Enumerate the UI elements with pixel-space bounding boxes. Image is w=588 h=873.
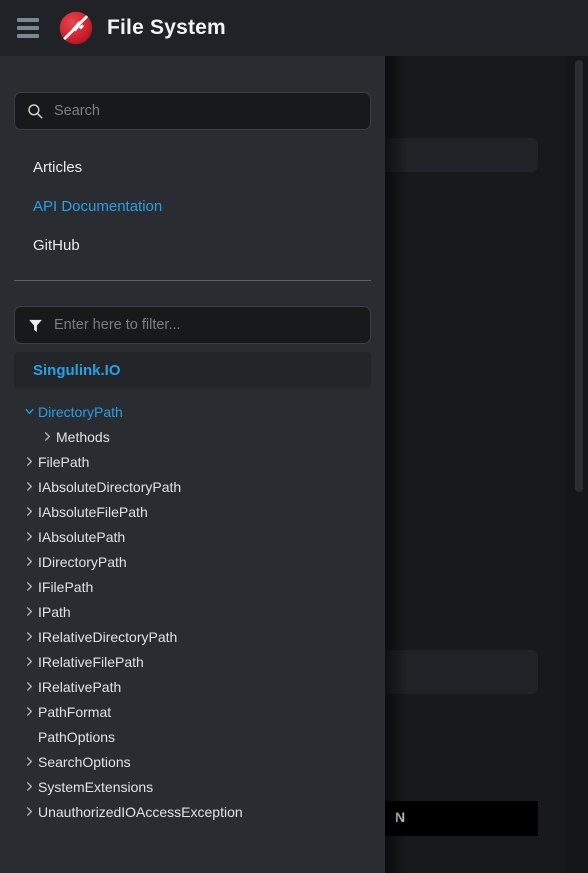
drawer-overlay-shadow xyxy=(385,56,407,873)
chevron-right-icon[interactable] xyxy=(20,456,38,467)
search-input[interactable] xyxy=(54,103,360,119)
tree-item-pathformat[interactable]: PathFormat xyxy=(14,699,371,724)
tree-item-label: IRelativePath xyxy=(38,678,122,695)
page-title: File System xyxy=(107,16,226,39)
tree-item-unauthorizedioaccessexception[interactable]: UnauthorizedIOAccessException xyxy=(14,799,371,824)
singulink-logo-icon[interactable] xyxy=(58,10,94,46)
tree-item-irelativefilepath[interactable]: IRelativeFilePath xyxy=(14,649,371,674)
chevron-right-icon[interactable] xyxy=(20,631,38,642)
chevron-right-icon[interactable] xyxy=(20,481,38,492)
tree-item-label: FilePath xyxy=(38,453,90,470)
tree-root-singulink-io[interactable]: Singulink.IO xyxy=(14,352,371,389)
hamburger-menu-icon[interactable] xyxy=(12,12,44,44)
chevron-right-icon[interactable] xyxy=(20,756,38,767)
filter-container xyxy=(0,281,385,344)
chevron-right-icon[interactable] xyxy=(20,581,38,592)
tree-item-label: IAbsolutePath xyxy=(38,528,126,545)
page-scrollbar-thumb[interactable] xyxy=(575,60,583,492)
chevron-right-icon[interactable] xyxy=(38,431,56,442)
chevron-right-icon[interactable] xyxy=(20,506,38,517)
tree-item-label: IDirectoryPath xyxy=(38,553,127,570)
tree-item-filepath[interactable]: FilePath xyxy=(14,449,371,474)
tree-item-label: IRelativeDirectoryPath xyxy=(38,628,178,645)
chevron-right-icon[interactable] xyxy=(20,681,38,692)
tree-item-label: SearchOptions xyxy=(38,753,131,770)
chevron-right-icon[interactable] xyxy=(20,606,38,617)
tree-item-ipath[interactable]: IPath xyxy=(14,599,371,624)
tree-item-label: IPath xyxy=(38,603,71,620)
tree-item-label: IAbsoluteDirectoryPath xyxy=(38,478,182,495)
chevron-down-icon[interactable] xyxy=(20,406,38,417)
chevron-right-icon[interactable] xyxy=(20,806,38,817)
tree-item-label: SystemExtensions xyxy=(38,778,154,795)
chevron-right-icon[interactable] xyxy=(20,656,38,667)
app-root: th special directories. N ctory path of … xyxy=(0,0,588,873)
tree-item-label: UnauthorizedIOAccessException xyxy=(38,803,243,820)
tree-item-idirectorypath[interactable]: IDirectoryPath xyxy=(14,549,371,574)
tree-item-label: IFilePath xyxy=(38,578,94,595)
nav-link-articles[interactable]: Articles xyxy=(14,148,371,187)
tree-item-irelativepath[interactable]: IRelativePath xyxy=(14,674,371,699)
search-icon xyxy=(25,101,45,121)
chevron-right-icon[interactable] xyxy=(20,706,38,717)
tree-item-label: Methods xyxy=(56,428,110,445)
search-container xyxy=(0,56,385,130)
hamburger-bar xyxy=(17,18,39,22)
page-scrollbar[interactable] xyxy=(574,56,584,873)
drawer-nav-links: Articles API Documentation GitHub xyxy=(0,130,385,265)
tree-item-label: PathOptions xyxy=(38,728,116,745)
tree-item-label: IAbsoluteFilePath xyxy=(38,503,148,520)
filter-funnel-icon xyxy=(25,315,45,335)
tree-item-ifilepath[interactable]: IFilePath xyxy=(14,574,371,599)
tree-item-label: PathFormat xyxy=(38,703,112,720)
tree-item-iabsolutefilepath[interactable]: IAbsoluteFilePath xyxy=(14,499,371,524)
filter-input[interactable] xyxy=(54,317,360,333)
tree-item-irelativedirectorypath[interactable]: IRelativeDirectoryPath xyxy=(14,624,371,649)
tree-item-iabsolutedirectorypath[interactable]: IAbsoluteDirectoryPath xyxy=(14,474,371,499)
hamburger-bar xyxy=(17,26,39,30)
hamburger-bar xyxy=(17,34,39,38)
api-tree: Singulink.IO DirectoryPath Methods FileP… xyxy=(0,344,385,824)
tree-item-methods[interactable]: Methods xyxy=(14,424,371,449)
tree-item-iabsolutepath[interactable]: IAbsolutePath xyxy=(14,524,371,549)
nav-link-api-documentation[interactable]: API Documentation xyxy=(14,187,371,226)
nav-link-github[interactable]: GitHub xyxy=(14,226,371,265)
tree-item-directorypath[interactable]: DirectoryPath xyxy=(14,399,371,424)
tree-item-list: DirectoryPath Methods FilePath IAbsolute… xyxy=(14,399,371,824)
chevron-right-icon[interactable] xyxy=(20,531,38,542)
tree-item-label: DirectoryPath xyxy=(38,403,123,420)
tree-item-pathoptions[interactable]: PathOptions xyxy=(14,724,371,749)
app-header: File System xyxy=(0,0,588,56)
search-field[interactable] xyxy=(14,92,371,130)
chevron-right-icon[interactable] xyxy=(20,781,38,792)
navigation-drawer: Articles API Documentation GitHub Singul… xyxy=(0,56,385,873)
tree-item-label: IRelativeFilePath xyxy=(38,653,144,670)
chevron-right-icon[interactable] xyxy=(20,556,38,567)
tree-item-systemextensions[interactable]: SystemExtensions xyxy=(14,774,371,799)
filter-field[interactable] xyxy=(14,306,371,344)
tree-item-searchoptions[interactable]: SearchOptions xyxy=(14,749,371,774)
